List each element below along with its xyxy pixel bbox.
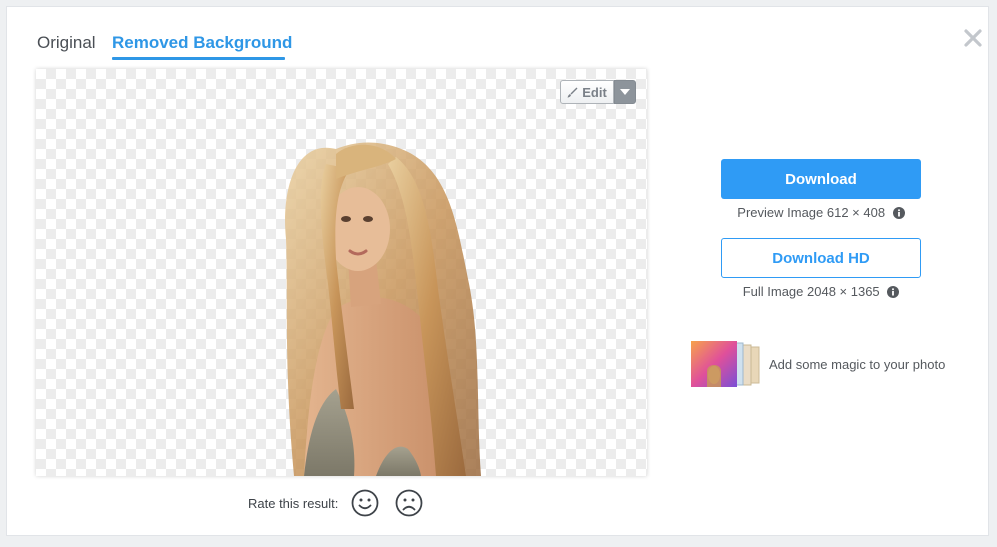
- result-image-canvas: Edit: [36, 69, 647, 476]
- smile-face-icon[interactable]: [350, 488, 380, 518]
- rating-label: Rate this result:: [248, 495, 339, 511]
- close-icon[interactable]: [960, 25, 986, 51]
- subject-cutout-image: [285, 142, 481, 476]
- download-button[interactable]: Download: [721, 159, 921, 199]
- full-image-text: Full Image 2048 × 1365: [742, 284, 880, 299]
- result-dialog: Original Removed Background Edit Rate th…: [6, 6, 989, 536]
- preview-image-info: Preview Image 612 × 408: [721, 205, 921, 220]
- rating-row: Rate this result:: [248, 488, 438, 518]
- tab-removed-background[interactable]: Removed Background: [112, 33, 292, 53]
- active-tab-indicator: [112, 57, 285, 60]
- edit-button-label: Edit: [582, 84, 607, 100]
- caret-down-icon: [620, 89, 630, 95]
- sad-face-icon[interactable]: [394, 488, 424, 518]
- brush-icon: [567, 87, 578, 97]
- preview-image-text: Preview Image 612 × 408: [737, 205, 886, 220]
- download-hd-button[interactable]: Download HD: [721, 238, 921, 278]
- info-icon[interactable]: [887, 286, 900, 298]
- add-magic-promo[interactable]: Add some magic to your photo: [691, 341, 945, 387]
- info-icon[interactable]: [892, 207, 905, 219]
- edit-control-group: Edit: [560, 80, 636, 104]
- edit-dropdown-toggle[interactable]: [614, 80, 636, 104]
- add-magic-label: Add some magic to your photo: [769, 356, 946, 372]
- tab-original[interactable]: Original: [37, 33, 96, 53]
- full-image-info: Full Image 2048 × 1365: [721, 284, 921, 299]
- edit-button[interactable]: Edit: [560, 80, 614, 104]
- magic-thumbnails-icon: [691, 341, 760, 387]
